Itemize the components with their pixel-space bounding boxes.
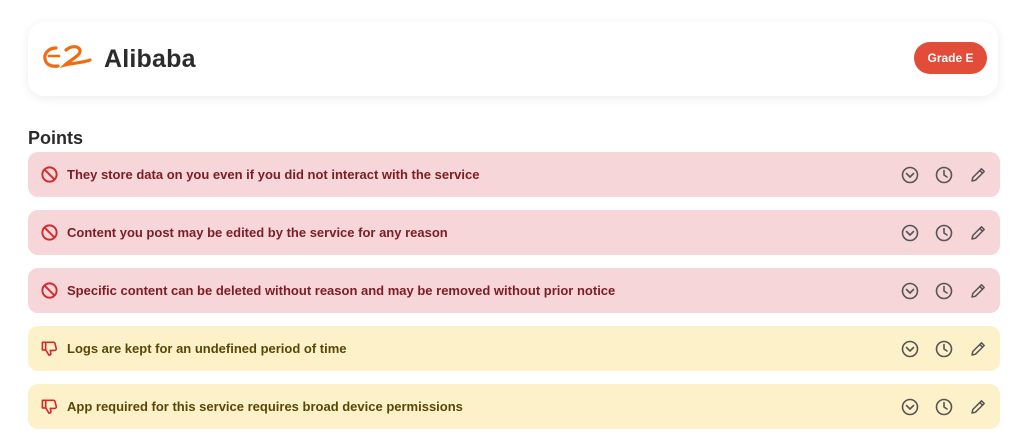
service-header: Alibaba Grade E: [28, 22, 998, 96]
grade-badge: Grade E: [914, 42, 987, 74]
thumbs-down-icon: [41, 341, 58, 356]
history-clock-icon[interactable]: [934, 223, 954, 243]
history-clock-icon[interactable]: [934, 281, 954, 301]
point-text: Content you post may be edited by the se…: [67, 225, 448, 240]
point-text: App required for this service requires b…: [67, 399, 463, 414]
point-item: They store data on you even if you did n…: [28, 152, 1000, 197]
point-item: Content you post may be edited by the se…: [28, 210, 1000, 255]
service-title: Alibaba: [104, 45, 196, 73]
point-actions: [900, 281, 988, 301]
expand-circle-icon[interactable]: [900, 165, 920, 185]
no-entry-icon: [41, 224, 58, 241]
edit-pencil-icon[interactable]: [968, 165, 988, 185]
expand-circle-icon[interactable]: [900, 281, 920, 301]
edit-pencil-icon[interactable]: [968, 223, 988, 243]
point-text: Logs are kept for an undefined period of…: [67, 341, 347, 356]
point-actions: [900, 339, 988, 359]
edit-pencil-icon[interactable]: [968, 339, 988, 359]
point-actions: [900, 397, 988, 417]
expand-circle-icon[interactable]: [900, 223, 920, 243]
history-clock-icon[interactable]: [934, 165, 954, 185]
points-heading: Points: [28, 128, 84, 148]
point-item: Specific content can be deleted without …: [28, 268, 1000, 313]
no-entry-icon: [41, 166, 58, 183]
expand-circle-icon[interactable]: [900, 397, 920, 417]
point-text: Specific content can be deleted without …: [67, 283, 616, 298]
point-item: Logs are kept for an undefined period of…: [28, 326, 1000, 371]
no-entry-icon: [41, 282, 58, 299]
history-clock-icon[interactable]: [934, 339, 954, 359]
point-actions: [900, 223, 988, 243]
edit-pencil-icon[interactable]: [968, 397, 988, 417]
expand-circle-icon[interactable]: [900, 339, 920, 359]
thumbs-down-icon: [41, 399, 58, 414]
point-actions: [900, 165, 988, 185]
edit-pencil-icon[interactable]: [968, 281, 988, 301]
history-clock-icon[interactable]: [934, 397, 954, 417]
points-list: They store data on you even if you did n…: [28, 152, 1000, 442]
alibaba-logo-icon: [43, 45, 92, 68]
point-item: App required for this service requires b…: [28, 384, 1000, 429]
point-text: They store data on you even if you did n…: [67, 167, 480, 182]
